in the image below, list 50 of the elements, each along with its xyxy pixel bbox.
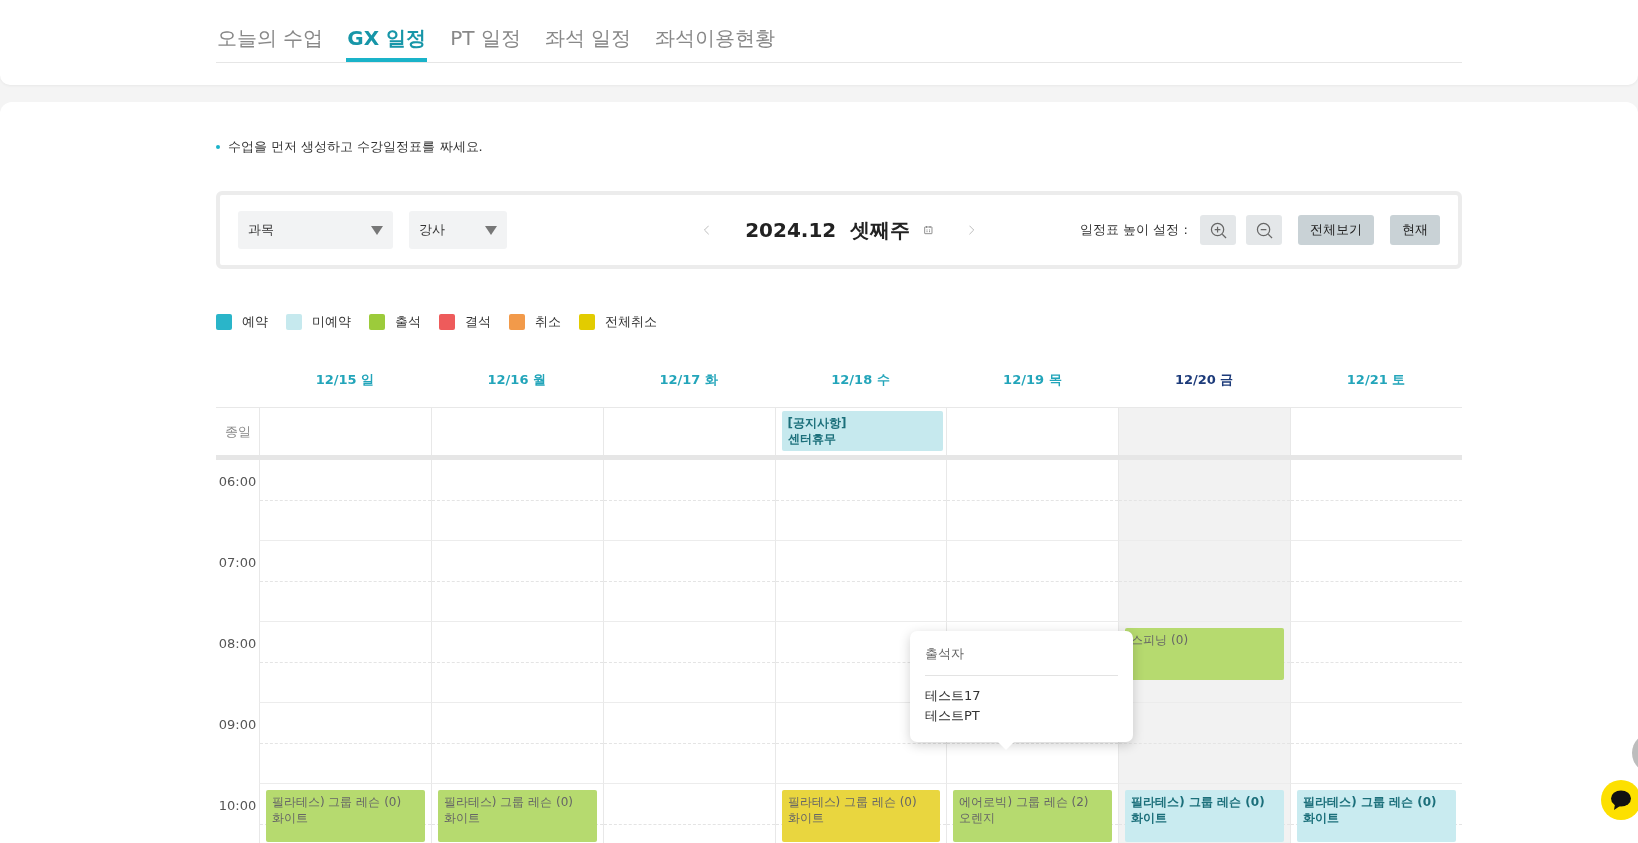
day-header: 12/16 월 — [487, 370, 546, 389]
legend-label: 출석 — [395, 313, 421, 331]
day-header: 12/15 일 — [315, 370, 375, 389]
class-event[interactable]: 에어로빅) 그룹 레슨 (2) 오렌지 — [953, 790, 1113, 842]
period-title: 2024.12 셋째주 — [745, 216, 911, 244]
legend-label: 미예약 — [312, 313, 351, 331]
tooltip-title: 출석자 — [925, 645, 1118, 676]
class-event[interactable]: 필라테스) 그룹 레슨 (0) 화이트 — [781, 790, 941, 842]
time-label: 07:00 — [218, 555, 257, 572]
legend-label: 취소 — [535, 313, 561, 331]
day-header: 12/17 화 — [659, 370, 718, 389]
attendee-name: 테스트PT — [925, 707, 981, 725]
zoom-in-button[interactable] — [1200, 215, 1236, 245]
class-event[interactable]: 필라테스) 그룹 레슨 (0) 화이트 — [437, 790, 597, 842]
day-header: 12/20 금 — [1174, 370, 1234, 389]
tab[interactable]: 오늘의 수업 — [216, 19, 325, 62]
toolbar-button[interactable]: 전체보기 — [1298, 215, 1374, 245]
tab[interactable]: 좌석이용현황 — [654, 19, 777, 62]
tab[interactable]: 좌석 일정 — [543, 19, 633, 62]
notice-event[interactable]: [공지사항] 센터휴무 — [781, 411, 944, 451]
toolbar-button[interactable]: 현재 — [1390, 215, 1440, 245]
time-label: 10:00 — [218, 798, 257, 815]
legend-label: 전체취소 — [605, 313, 657, 331]
bullet-icon — [216, 145, 220, 149]
caret-icon — [371, 225, 383, 235]
zoom-in-icon — [1209, 221, 1227, 239]
zoom-out-button[interactable] — [1246, 215, 1282, 245]
dropdown[interactable]: 과목 — [238, 211, 393, 249]
attendee-name: 테스트17 — [925, 687, 982, 705]
day-header: 12/21 토 — [1346, 370, 1406, 389]
class-event[interactable]: 필라테스) 그룹 레슨 (0) 화이트 — [266, 790, 425, 842]
caret-icon — [485, 225, 497, 235]
tab[interactable]: PT 일정 — [449, 19, 522, 62]
legend-label: 결석 — [465, 313, 491, 331]
class-event[interactable]: 필라테스) 그룹 레슨 (0) 화이트 — [1125, 790, 1285, 842]
class-event[interactable]: 필라테스) 그룹 레슨 (0) 화이트 — [1297, 790, 1456, 842]
legend-label: 예약 — [242, 313, 268, 331]
zoom-out-icon — [1255, 221, 1273, 239]
notice-text: 수업을 먼저 생성하고 수강일정표를 짜세요. — [228, 138, 483, 156]
tab[interactable]: GX 일정 — [346, 19, 428, 62]
day-header: 12/18 수 — [831, 370, 890, 389]
day-header: 12/19 목 — [1003, 370, 1062, 389]
time-label: 06:00 — [218, 474, 257, 491]
time-label: 08:00 — [218, 636, 257, 653]
class-event[interactable]: 스피닝 (0) — [1125, 628, 1285, 680]
time-label: 09:00 — [218, 717, 257, 734]
all-day-label: 종일 — [224, 422, 251, 441]
speech-bubble-icon — [1609, 788, 1633, 812]
height-setting-label: 일정표 높이 설정 : — [1080, 221, 1188, 239]
dropdown[interactable]: 강사 — [409, 211, 507, 249]
